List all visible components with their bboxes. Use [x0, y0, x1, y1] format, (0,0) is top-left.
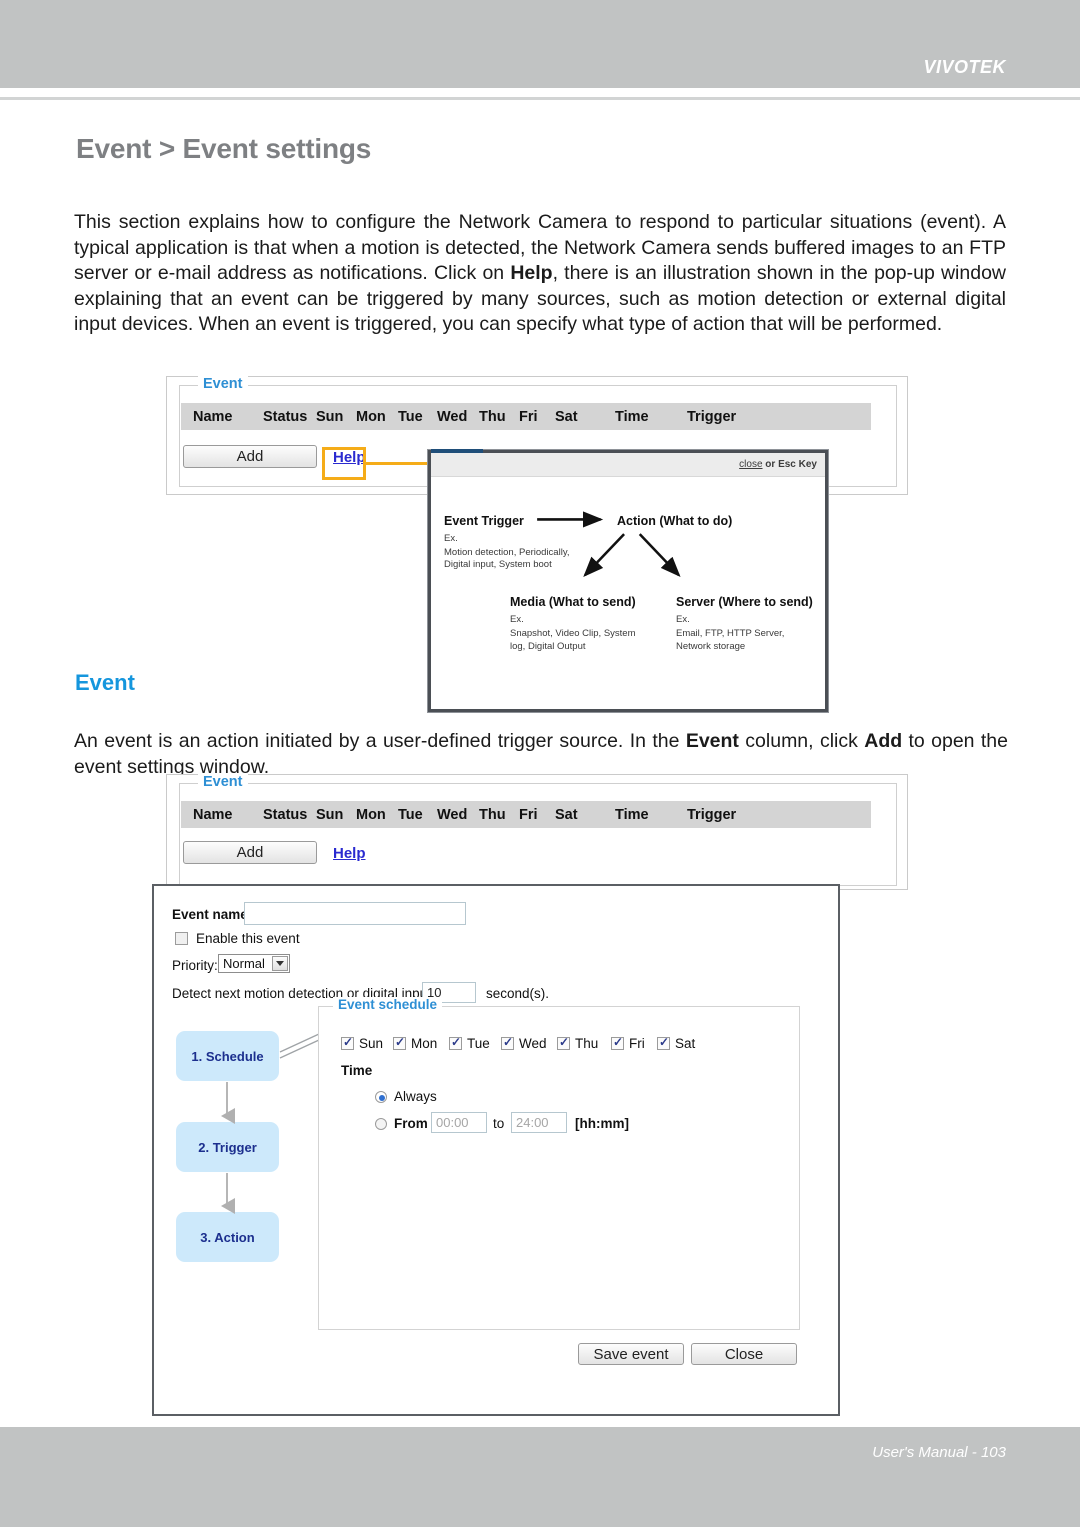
col-sun: Sun: [316, 408, 344, 425]
popup-toolbar: close or Esc Key: [431, 453, 825, 477]
col-mon: Mon: [356, 408, 386, 425]
node-event-trigger-ex-line2: Digital input, System boot: [444, 559, 552, 570]
col-trigger-2: Trigger: [687, 806, 737, 823]
to-time-input[interactable]: 24:00: [511, 1112, 567, 1133]
checkbox-sat[interactable]: [657, 1035, 670, 1050]
col-mon-2: Mon: [356, 806, 386, 823]
checkbox-wed[interactable]: [501, 1035, 514, 1050]
time-label: Time: [341, 1063, 373, 1078]
label-tue: Tue: [467, 1036, 490, 1051]
node-action-title: Action (What to do): [617, 514, 733, 528]
from-time-input[interactable]: 00:00: [431, 1112, 487, 1133]
col-sat: Sat: [555, 408, 578, 425]
node-server-ex-line2: Network storage: [676, 641, 746, 652]
col-thu-2: Thu: [479, 806, 506, 823]
label-always: Always: [394, 1089, 437, 1104]
node-event-trigger-ex-line1: Motion detection, Periodically,: [444, 547, 570, 558]
node-server-ex-line1: Email, FTP, HTTP Server,: [676, 628, 785, 639]
col-status-2: Status: [263, 806, 308, 823]
checkbox-fri[interactable]: [611, 1035, 624, 1050]
node-media-ex-label: Ex.: [510, 614, 524, 625]
node-server-title: Server (Where to send): [676, 595, 813, 609]
event-section-paragraph: An event is an action initiated by a use…: [74, 730, 1008, 778]
help-link-2[interactable]: Help: [333, 845, 366, 862]
footer-page-label: User's Manual - 103: [872, 1444, 1006, 1461]
page-header-bar: [0, 0, 1080, 88]
help-highlight-box: [322, 447, 366, 480]
checkbox-mon[interactable]: [393, 1035, 406, 1050]
checkbox-tue[interactable]: [449, 1035, 462, 1050]
checkbox-sun[interactable]: [341, 1035, 354, 1050]
event-schedule-fieldset: Event schedule Sun Mon Tue Wed Thu Fri S…: [318, 997, 800, 1330]
col-name: Name: [193, 408, 233, 425]
event-section-heading: Event: [75, 670, 135, 695]
page-title: Event > Event settings: [76, 133, 372, 164]
label-sun: Sun: [359, 1036, 384, 1051]
col-fri-2: Fri: [519, 806, 538, 823]
event-table-header-2: Name Status Sun Mon Tue Wed Thu Fri Sat …: [181, 801, 871, 828]
add-button-2[interactable]: Add: [183, 841, 317, 864]
col-time: Time: [615, 408, 649, 425]
col-time-2: Time: [615, 806, 649, 823]
close-button[interactable]: Close: [691, 1343, 797, 1365]
col-sat-2: Sat: [555, 806, 578, 823]
col-wed-2: Wed: [437, 806, 468, 823]
col-tue: Tue: [398, 408, 423, 425]
node-event-trigger-ex-label: Ex.: [444, 533, 458, 544]
label-mon: Mon: [411, 1036, 438, 1051]
col-sun-2: Sun: [316, 806, 344, 823]
vivotek-logo: VIVOTEK: [923, 57, 1006, 77]
page-footer-bar: [0, 1427, 1080, 1527]
event-table-header-1: Name Status Sun Mon Tue Wed Thu Fri Sat …: [181, 403, 871, 430]
col-trigger: Trigger: [687, 408, 737, 425]
col-wed: Wed: [437, 408, 468, 425]
close-suffix: or Esc Key: [762, 459, 817, 470]
node-media-ex-line1: Snapshot, Video Clip, System: [510, 628, 636, 639]
label-wed: Wed: [519, 1036, 547, 1051]
close-link[interactable]: close: [739, 459, 762, 470]
manual-page: VIVOTEK Event > Event settings This sect…: [0, 0, 1080, 1527]
help-callout-line: [366, 462, 428, 465]
node-event-trigger-title: Event Trigger: [444, 514, 524, 528]
header-divider: [0, 97, 1080, 100]
col-thu: Thu: [479, 408, 506, 425]
checkbox-thu[interactable]: [557, 1035, 570, 1050]
col-tue-2: Tue: [398, 806, 423, 823]
event-fieldset-legend: Event: [198, 376, 248, 392]
flow-arrows: [537, 511, 681, 577]
help-popup-window: close or Esc Key Event Trigger Ex. Motio…: [428, 449, 828, 712]
popup-close-text[interactable]: close or Esc Key: [739, 459, 825, 470]
add-button[interactable]: Add: [183, 445, 317, 468]
intro-paragraph: This section explains how to configure t…: [74, 211, 1007, 335]
time-format-hint: [hh:mm]: [575, 1116, 629, 1131]
label-from: From: [394, 1116, 428, 1131]
event-fieldset-2: Event: [179, 774, 897, 886]
save-event-button[interactable]: Save event: [578, 1343, 684, 1365]
label-to: to: [493, 1116, 505, 1131]
event-list-screenshot-2: Event Name Status Sun Mon Tue Wed Thu Fr…: [166, 774, 908, 890]
col-fri: Fri: [519, 408, 538, 425]
label-thu: Thu: [575, 1036, 599, 1051]
label-sat: Sat: [675, 1036, 696, 1051]
event-fieldset-legend-2: Event: [198, 774, 248, 790]
event-schedule-legend: Event schedule: [333, 997, 443, 1012]
col-name-2: Name: [193, 806, 233, 823]
label-fri: Fri: [629, 1036, 645, 1051]
node-media-ex-line2: log, Digital Output: [510, 641, 586, 652]
node-media-title: Media (What to send): [510, 595, 636, 609]
radio-from-range[interactable]: [375, 1118, 387, 1130]
col-status: Status: [263, 408, 308, 425]
node-server-ex-label: Ex.: [676, 614, 690, 625]
radio-always[interactable]: [375, 1091, 387, 1103]
